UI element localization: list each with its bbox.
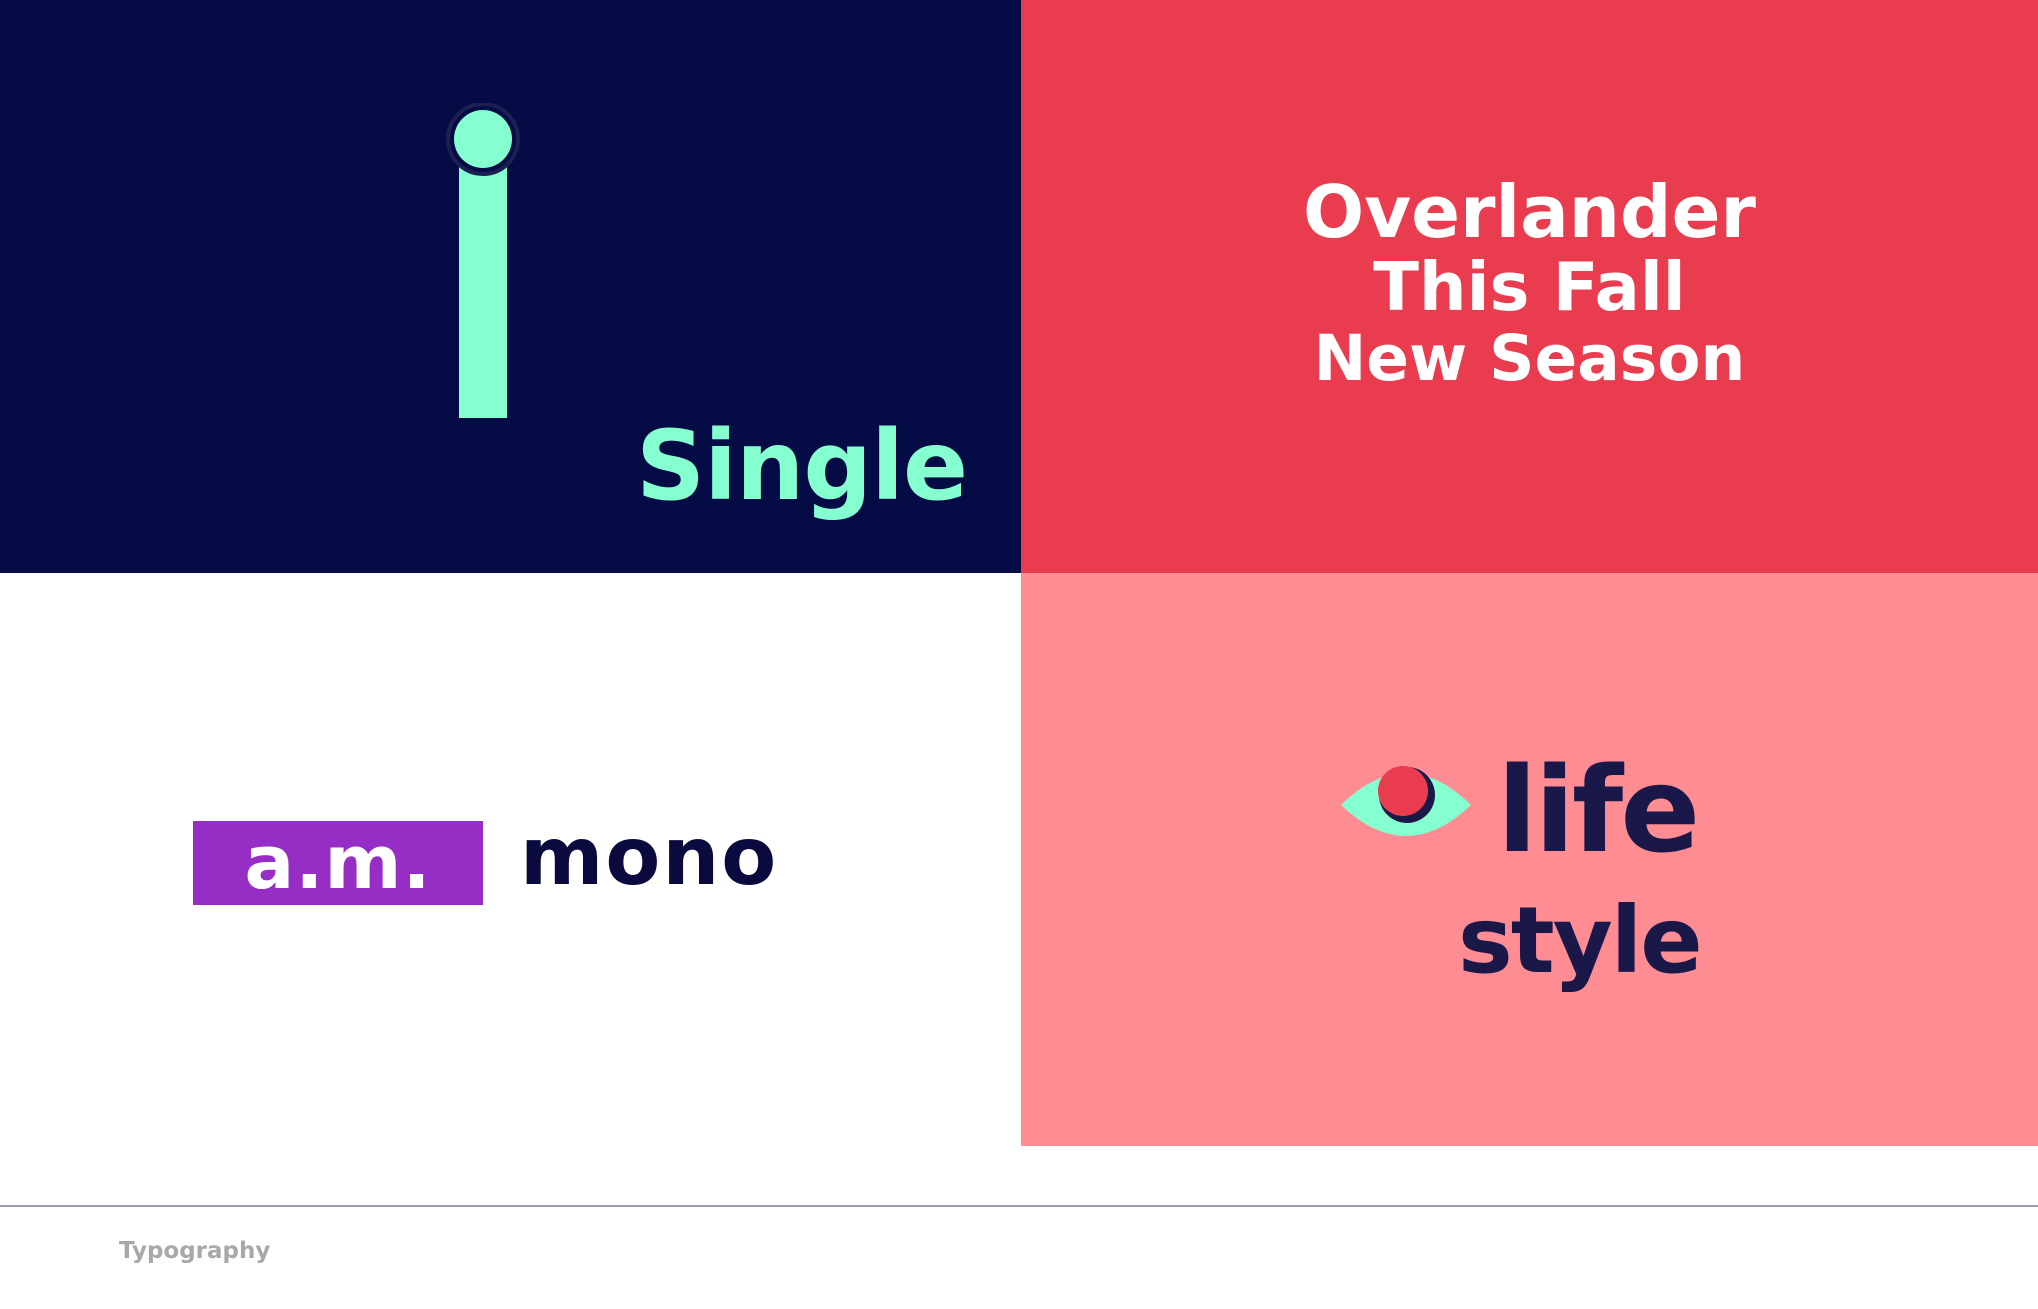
style-word: style	[1458, 887, 1703, 994]
single-word: Single	[636, 410, 968, 522]
overlander-line-1: Overlander	[1303, 170, 1756, 254]
footer-caption: Typography	[119, 1238, 271, 1264]
overlander-line-3: New Season	[1313, 322, 1746, 395]
overlander-panel: Overlander This Fall New Season	[1021, 0, 2038, 573]
am-badge: a.m.	[193, 821, 483, 905]
am-badge-label: a.m.	[244, 820, 432, 906]
mono-word: mono	[520, 810, 779, 903]
life-word: life	[1497, 741, 1700, 879]
lifestyle-panel: life style	[1021, 573, 2038, 1146]
overlander-text-block: Overlander This Fall New Season	[1021, 176, 2038, 390]
footer-divider	[0, 1205, 2038, 1207]
mono-panel: a.m. mono	[0, 573, 1021, 1146]
letter-i-icon	[446, 103, 520, 418]
eye-icon	[1341, 766, 1471, 836]
single-panel: Single	[0, 0, 1021, 573]
overlander-line-2: This Fall	[1373, 248, 1686, 326]
